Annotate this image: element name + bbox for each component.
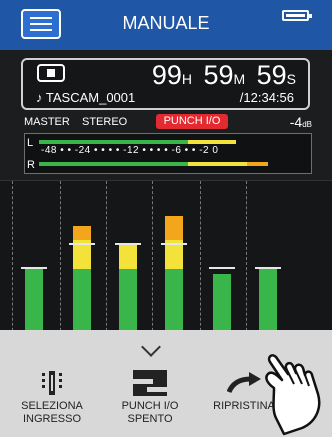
gain-readout: -4dB (289, 114, 312, 130)
channel-fader-marker[interactable] (161, 243, 187, 245)
channel-meter (106, 181, 141, 341)
channel-meter (12, 181, 47, 341)
select-input-button[interactable]: SELEZIONA INGRESSO (4, 366, 100, 432)
channel-level-bar (119, 245, 137, 341)
punch-io-button[interactable]: PUNCH I/O SPENTO (102, 366, 198, 432)
pointing-hand-icon (265, 354, 321, 436)
channel-fader-marker[interactable] (115, 243, 141, 245)
channel-fader-marker[interactable] (69, 243, 95, 245)
transport-panel: 99H 59M 59S ♪ TASCAM_0001 /12:34:56 (21, 58, 310, 110)
stop-icon (37, 64, 65, 82)
input-select-icon (4, 366, 100, 400)
meter-source: MASTER (24, 116, 70, 128)
channel-meter (152, 181, 187, 341)
chevron-down-icon[interactable] (141, 337, 161, 357)
channel-meter (246, 181, 281, 341)
punch-io-badge[interactable]: PUNCH I/O (156, 114, 228, 129)
meter-scale: -48 • • -24 • • • • -12 • • • • -6 • • -… (41, 145, 219, 156)
elapsed-time: 99H 59M 59S (151, 60, 296, 90)
battery-icon (282, 10, 312, 21)
punch-icon (102, 366, 198, 400)
file-name: ♪ TASCAM_0001 (36, 90, 136, 105)
total-time: /12:34:56 (239, 90, 294, 105)
meter-header: MASTER STEREO PUNCH I/O -4dB (0, 114, 332, 132)
channel-fader-marker[interactable] (21, 267, 47, 269)
channel-fader-marker[interactable] (209, 267, 235, 269)
channel-meters (0, 180, 332, 341)
header-bar: MANUALE (0, 0, 332, 50)
channel-fader-marker[interactable] (255, 267, 281, 269)
right-channel-label: R (27, 159, 35, 171)
channel-meter (200, 181, 235, 341)
right-level-bar (39, 162, 269, 166)
recorder-screen: MANUALE 99H 59M 59S ♪ TASCAM_0001 /12:34… (0, 0, 332, 437)
meter-mode: STEREO (82, 116, 128, 128)
channel-meter (60, 181, 95, 341)
channel-level-bar (165, 216, 183, 341)
left-channel-label: L (27, 137, 34, 149)
left-level-bar (39, 140, 237, 144)
stereo-level-meter: L -48 • • -24 • • • • -12 • • • • -6 • •… (24, 133, 312, 174)
